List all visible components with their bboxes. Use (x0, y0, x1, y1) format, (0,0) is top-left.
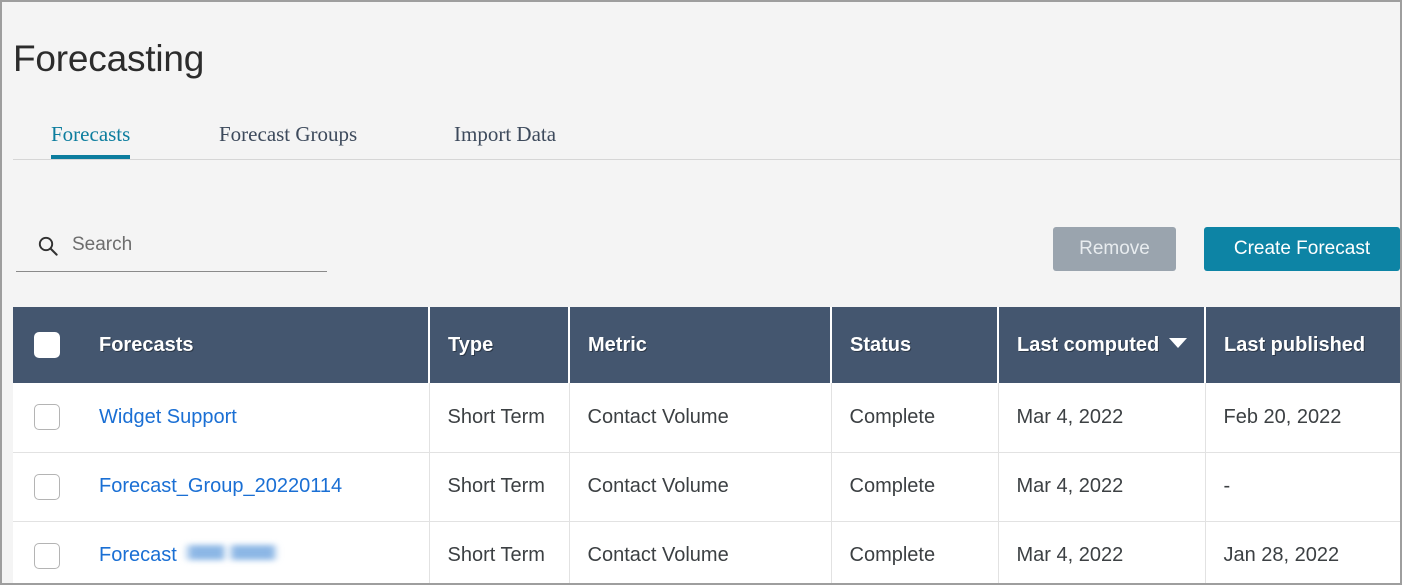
cell-status: Complete (831, 452, 998, 521)
row-select-cell[interactable] (13, 383, 81, 452)
forecast-link[interactable]: Widget Support (99, 406, 237, 428)
search-input[interactable] (72, 226, 317, 264)
column-header-status[interactable]: Status (831, 307, 998, 383)
table-header: Forecasts Type Metric Status Last comput… (13, 307, 1400, 383)
column-header-type[interactable]: Type (429, 307, 569, 383)
search-field[interactable] (16, 220, 327, 272)
caret-down-icon (1169, 338, 1187, 348)
cell-type: Short Term (429, 383, 569, 452)
table-row: Forecast Short Term Contact Volume Compl… (13, 521, 1400, 585)
cell-forecast-name: Forecast_Group_20220114 (81, 452, 429, 521)
forecasting-page: Forecasting Forecasts Forecast Groups Im… (0, 0, 1402, 585)
cell-metric: Contact Volume (569, 521, 831, 585)
cell-status: Complete (831, 383, 998, 452)
row-checkbox[interactable] (34, 474, 60, 500)
cell-last-published: Jan 28, 2022 (1205, 521, 1400, 585)
row-checkbox[interactable] (34, 404, 60, 430)
row-select-cell[interactable] (13, 521, 81, 585)
select-all-header[interactable] (13, 307, 81, 383)
remove-button[interactable]: Remove (1053, 227, 1176, 271)
page-title: Forecasting (13, 36, 204, 82)
redacted-text (183, 545, 279, 560)
create-forecast-button[interactable]: Create Forecast (1204, 227, 1400, 271)
cell-metric: Contact Volume (569, 383, 831, 452)
cell-last-published: Feb 20, 2022 (1205, 383, 1400, 452)
table-header-row: Forecasts Type Metric Status Last comput… (13, 307, 1400, 383)
tab-forecast-groups[interactable]: Forecast Groups (219, 112, 357, 159)
tab-forecasts[interactable]: Forecasts (51, 112, 130, 159)
cell-metric: Contact Volume (569, 452, 831, 521)
forecast-link[interactable]: Forecast (99, 544, 177, 566)
column-header-last-published[interactable]: Last published (1205, 307, 1400, 383)
row-checkbox[interactable] (34, 543, 60, 569)
tab-bar: Forecasts Forecast Groups Import Data (13, 112, 1400, 160)
cell-forecast-name: Widget Support (81, 383, 429, 452)
table-row: Forecast_Group_20220114 Short Term Conta… (13, 452, 1400, 521)
select-all-checkbox[interactable] (34, 332, 60, 358)
cell-last-published: - (1205, 452, 1400, 521)
search-icon (38, 236, 58, 256)
cell-status: Complete (831, 521, 998, 585)
table-row: Widget Support Short Term Contact Volume… (13, 383, 1400, 452)
column-header-forecasts[interactable]: Forecasts (81, 307, 429, 383)
forecasts-table: Forecasts Type Metric Status Last comput… (13, 307, 1400, 585)
column-header-metric[interactable]: Metric (569, 307, 831, 383)
tab-import-data[interactable]: Import Data (454, 112, 556, 159)
column-header-last-computed-label: Last computed (1017, 334, 1159, 356)
row-select-cell[interactable] (13, 452, 81, 521)
cell-type: Short Term (429, 521, 569, 585)
table-body: Widget Support Short Term Contact Volume… (13, 383, 1400, 585)
column-header-last-computed[interactable]: Last computed (998, 307, 1205, 383)
cell-last-computed: Mar 4, 2022 (998, 521, 1205, 585)
forecast-link[interactable]: Forecast_Group_20220114 (99, 475, 342, 497)
cell-forecast-name: Forecast (81, 521, 429, 585)
cell-last-computed: Mar 4, 2022 (998, 452, 1205, 521)
cell-last-computed: Mar 4, 2022 (998, 383, 1205, 452)
cell-type: Short Term (429, 452, 569, 521)
